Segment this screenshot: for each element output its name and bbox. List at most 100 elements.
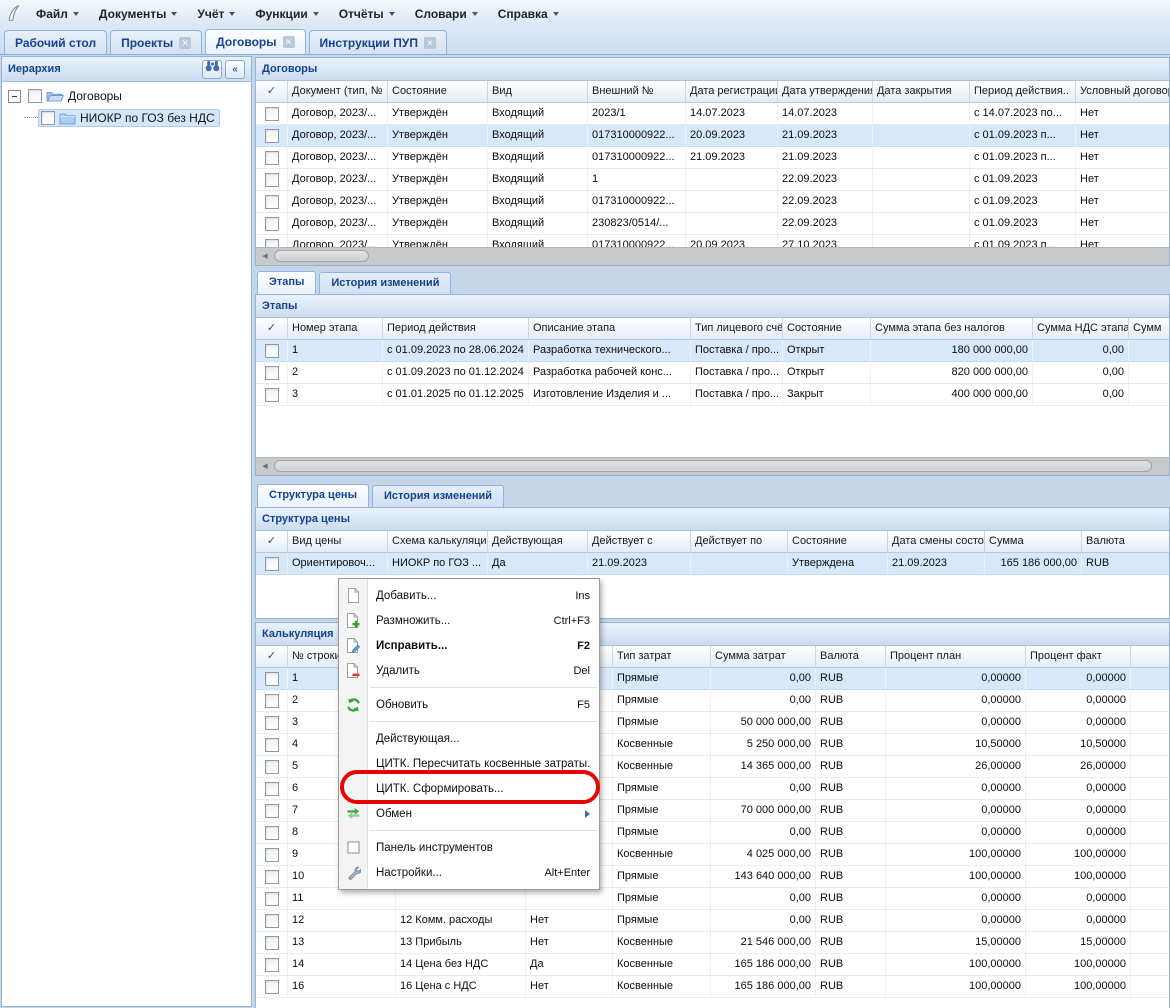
tab-1[interactable]: Проекты✕ xyxy=(110,30,202,54)
row-checkbox[interactable] xyxy=(265,388,279,402)
column-header[interactable]: Сумма затрат xyxy=(711,646,816,667)
column-header[interactable]: Внешний № xyxy=(588,81,686,102)
tab-3[interactable]: Инструкции ПУП✕ xyxy=(309,30,447,54)
tree-node[interactable]: НИОКР по ГОЗ без НДС xyxy=(38,109,220,127)
table-row[interactable]: 3с 01.01.2025 по 01.12.2025Изготовление … xyxy=(256,384,1169,406)
menubar-item-0[interactable]: Файл xyxy=(26,0,89,27)
table-row[interactable]: 2с 01.09.2023 по 01.12.2024Разработка ра… xyxy=(256,362,1169,384)
tab-0[interactable]: Рабочий стол xyxy=(4,30,107,54)
column-header[interactable]: Процент факт xyxy=(1026,646,1131,667)
scrollbar-thumb[interactable] xyxy=(274,460,1152,472)
column-header[interactable]: Состояние xyxy=(388,81,488,102)
row-checkbox[interactable] xyxy=(265,195,279,209)
menubar-item-6[interactable]: Справка xyxy=(488,0,569,27)
row-checkbox[interactable] xyxy=(265,892,279,906)
tab-2[interactable]: Договоры✕ xyxy=(205,29,305,54)
column-header[interactable]: Сумма этапа без налогов xyxy=(871,318,1033,339)
row-checkbox[interactable] xyxy=(265,694,279,708)
menubar-item-4[interactable]: Отчёты xyxy=(329,0,405,27)
column-header[interactable]: Состояние xyxy=(783,318,871,339)
tree-row-1[interactable]: НИОКР по ГОЗ без НДС xyxy=(2,107,251,129)
column-header[interactable]: Тип затрат xyxy=(613,646,711,667)
row-checkbox[interactable] xyxy=(265,804,279,818)
table-row[interactable]: Договор, 2023/...УтверждёнВходящий230823… xyxy=(256,213,1169,235)
table-row[interactable]: 1313 ПрибыльНетКосвенные21 546 000,00RUB… xyxy=(256,932,1169,954)
row-checkbox[interactable] xyxy=(265,958,279,972)
column-header[interactable]: Схема калькуляци xyxy=(388,531,488,552)
column-header[interactable]: Действующая xyxy=(488,531,588,552)
table-row[interactable]: Договор, 2023/...УтверждёнВходящий017310… xyxy=(256,147,1169,169)
tree-expander-icon[interactable] xyxy=(8,90,21,103)
column-header[interactable]: Период действия xyxy=(383,318,529,339)
column-header[interactable]: Номер этапа xyxy=(288,318,383,339)
column-header[interactable]: Валюта xyxy=(1082,531,1169,552)
table-row[interactable]: Договор, 2023/...УтверждёнВходящий122.09… xyxy=(256,169,1169,191)
table-row[interactable]: 1212 Комм. расходыНетПрямые0,00RUB0,0000… xyxy=(256,910,1169,932)
contracts-hscrollbar[interactable]: ◀ xyxy=(256,247,1169,265)
tree-checkbox[interactable] xyxy=(28,89,42,103)
row-checkbox[interactable] xyxy=(265,848,279,862)
menubar-item-2[interactable]: Учёт xyxy=(187,0,245,27)
subtab-1[interactable]: История изменений xyxy=(372,485,504,507)
column-header[interactable]: ✓ xyxy=(256,531,288,552)
subtab-0[interactable]: Этапы xyxy=(257,271,316,294)
row-checkbox[interactable] xyxy=(265,826,279,840)
scroll-left-icon[interactable]: ◀ xyxy=(258,458,272,474)
menubar-item-3[interactable]: Функции xyxy=(245,0,328,27)
tab-close-icon[interactable]: ✕ xyxy=(424,37,436,49)
column-header[interactable]: Действует с xyxy=(588,531,691,552)
table-row[interactable]: Договор, 2023/...УтверждёнВходящий017310… xyxy=(256,191,1169,213)
column-header[interactable]: ✓ xyxy=(256,318,288,339)
scrollbar-thumb[interactable] xyxy=(274,250,369,262)
row-checkbox[interactable] xyxy=(265,217,279,231)
column-header[interactable]: Валюта xyxy=(816,646,886,667)
row-checkbox[interactable] xyxy=(265,557,279,571)
row-checkbox[interactable] xyxy=(265,107,279,121)
row-checkbox[interactable] xyxy=(265,738,279,752)
subtab-1[interactable]: История изменений xyxy=(319,272,451,294)
collapse-panel-button[interactable]: « xyxy=(225,60,245,79)
row-checkbox[interactable] xyxy=(265,366,279,380)
column-header[interactable]: Условный договор xyxy=(1076,81,1169,102)
column-header[interactable]: Процент план xyxy=(886,646,1026,667)
row-checkbox[interactable] xyxy=(265,173,279,187)
column-header[interactable]: Сумма xyxy=(985,531,1082,552)
stages-hscrollbar[interactable]: ◀ xyxy=(256,457,1169,475)
column-header[interactable] xyxy=(1131,646,1169,667)
row-checkbox[interactable] xyxy=(265,980,279,994)
row-checkbox[interactable] xyxy=(265,936,279,950)
column-header[interactable]: ✓ xyxy=(256,646,288,667)
search-button[interactable] xyxy=(202,60,222,79)
column-header[interactable]: Состояние xyxy=(788,531,888,552)
row-checkbox[interactable] xyxy=(265,782,279,796)
menubar-item-5[interactable]: Словари xyxy=(405,0,488,27)
menu-duplicate[interactable]: Размножить...Ctrl+F3 xyxy=(339,608,599,633)
row-checkbox[interactable] xyxy=(265,129,279,143)
column-header[interactable]: Действует по xyxy=(691,531,788,552)
row-checkbox[interactable] xyxy=(265,716,279,730)
menu-settings[interactable]: Настройки...Alt+Enter xyxy=(339,860,599,885)
column-header[interactable]: Описание этапа xyxy=(529,318,691,339)
tree-checkbox[interactable] xyxy=(41,111,55,125)
subtab-0[interactable]: Структура цены xyxy=(257,484,369,507)
column-header[interactable]: ✓ xyxy=(256,81,288,102)
table-row[interactable]: Ориентировоч...НИОКР по ГОЗ ...Да21.09.2… xyxy=(256,553,1169,575)
menu-refresh[interactable]: ОбновитьF5 xyxy=(339,692,599,717)
column-header[interactable]: Сумм xyxy=(1129,318,1169,339)
column-header[interactable]: Сумма НДС этапа xyxy=(1033,318,1129,339)
tab-close-icon[interactable]: ✕ xyxy=(179,37,191,49)
row-checkbox[interactable] xyxy=(265,672,279,686)
table-row[interactable]: Договор, 2023/...УтверждёнВходящий2023/1… xyxy=(256,103,1169,125)
tree-node[interactable]: Договоры xyxy=(25,87,127,105)
column-header[interactable]: Дата утверждения xyxy=(778,81,873,102)
row-checkbox[interactable] xyxy=(265,760,279,774)
scroll-left-icon[interactable]: ◀ xyxy=(258,248,272,264)
table-row[interactable]: 1414 Цена без НДСДаКосвенные165 186 000,… xyxy=(256,954,1169,976)
menu-toolbar[interactable]: Панель инструментов xyxy=(339,835,599,860)
column-header[interactable]: Вид цены xyxy=(288,531,388,552)
menubar-item-1[interactable]: Документы xyxy=(89,0,187,27)
table-row[interactable]: 1с 01.09.2023 по 28.06.2024Разработка те… xyxy=(256,340,1169,362)
row-checkbox[interactable] xyxy=(265,151,279,165)
column-header[interactable]: Дата закрытия xyxy=(873,81,970,102)
tree-row-0[interactable]: Договоры xyxy=(2,85,251,107)
